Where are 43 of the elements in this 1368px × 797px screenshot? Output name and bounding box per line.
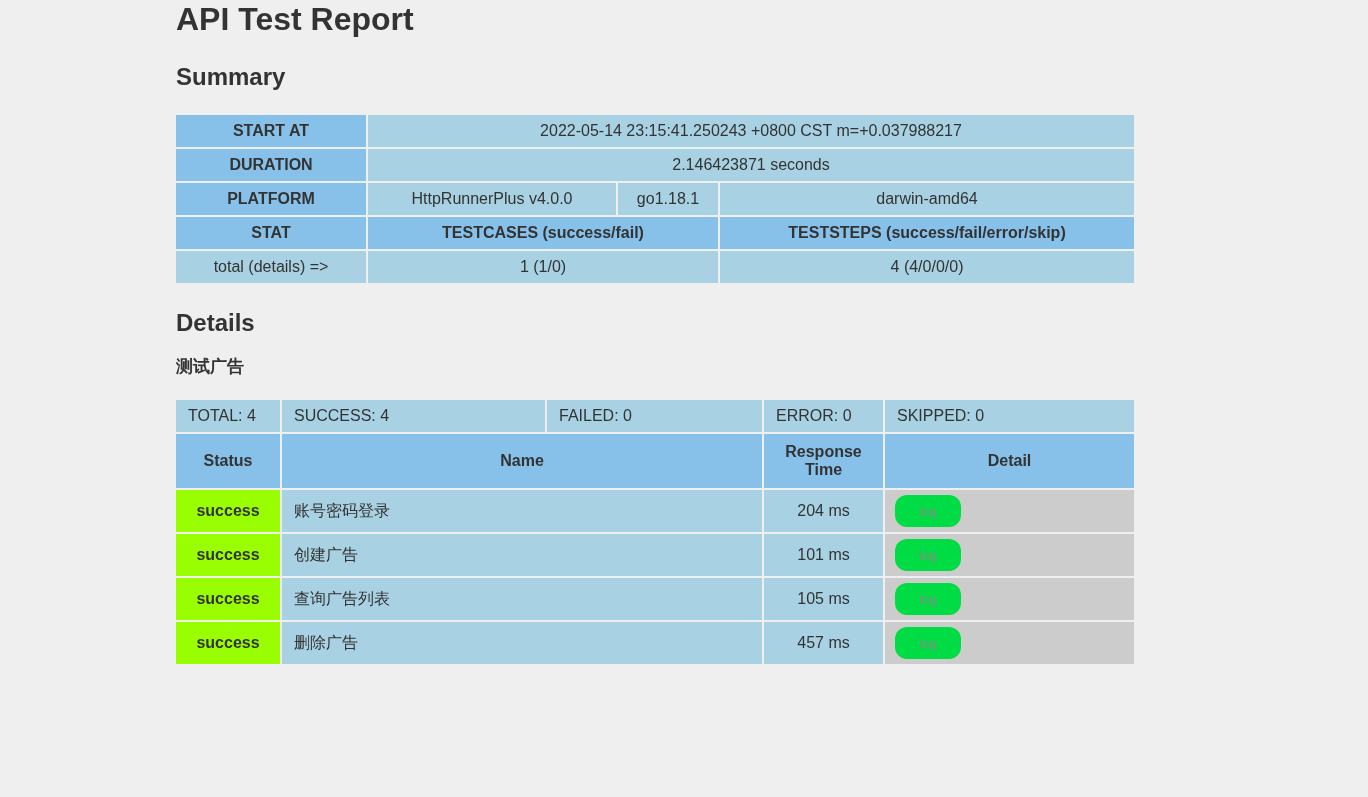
section-heading: Summary [176, 63, 287, 91]
status-cell: success [176, 490, 280, 532]
testcase-name: 测试广告 [176, 356, 245, 378]
table-cell: 创建广告 [282, 534, 762, 576]
column-header: Response Time [764, 434, 883, 488]
row-header: PLATFORM [176, 183, 366, 215]
table-cell: darwin-amd64 [720, 183, 1134, 215]
table-cell: 457 ms [764, 622, 883, 664]
status-cell: success [176, 578, 280, 620]
table-cell: 查询广告列表 [282, 578, 762, 620]
table-cell: HttpRunnerPlus v4.0.0 [368, 183, 616, 215]
count-cell: FAILED: 0 [547, 400, 762, 432]
log-button[interactable]: log [895, 627, 961, 659]
status-cell: success [176, 534, 280, 576]
count-cell: ERROR: 0 [764, 400, 883, 432]
table-cell: 删除广告 [282, 622, 762, 664]
log-button[interactable]: log [895, 583, 961, 615]
table-cell: 105 ms [764, 578, 883, 620]
count-cell: SKIPPED: 0 [885, 400, 1134, 432]
column-header: Detail [885, 434, 1134, 488]
column-header: Name [282, 434, 762, 488]
table-cell: 账号密码登录 [282, 490, 762, 532]
column-header: STAT [176, 217, 366, 249]
table-cell: go1.18.1 [618, 183, 718, 215]
column-header: TESTCASES (success/fail) [368, 217, 718, 249]
column-header: Status [176, 434, 280, 488]
log-button[interactable]: log [895, 495, 961, 527]
log-button[interactable]: log [895, 539, 961, 571]
table-cell: 1 (1/0) [368, 251, 718, 283]
status-cell: success [176, 622, 280, 664]
table-cell: 2.146423871 seconds [368, 149, 1134, 181]
table-cell: 2022-05-14 23:15:41.250243 +0800 CST m=+0.037988217 [368, 115, 1134, 147]
row-header: DURATION [176, 149, 366, 181]
row-header: START AT [176, 115, 366, 147]
table-cell: 101 ms [764, 534, 883, 576]
section-heading: Details [176, 309, 256, 337]
column-header: TESTSTEPS (success/fail/error/skip) [720, 217, 1134, 249]
count-cell: TOTAL: 4 [176, 400, 280, 432]
count-cell: SUCCESS: 4 [282, 400, 545, 432]
table-cell: 4 (4/0/0/0) [720, 251, 1134, 283]
table-cell: total (details) => [176, 251, 366, 283]
table-cell: 204 ms [764, 490, 883, 532]
report-title: API Test Report [176, 0, 415, 37]
